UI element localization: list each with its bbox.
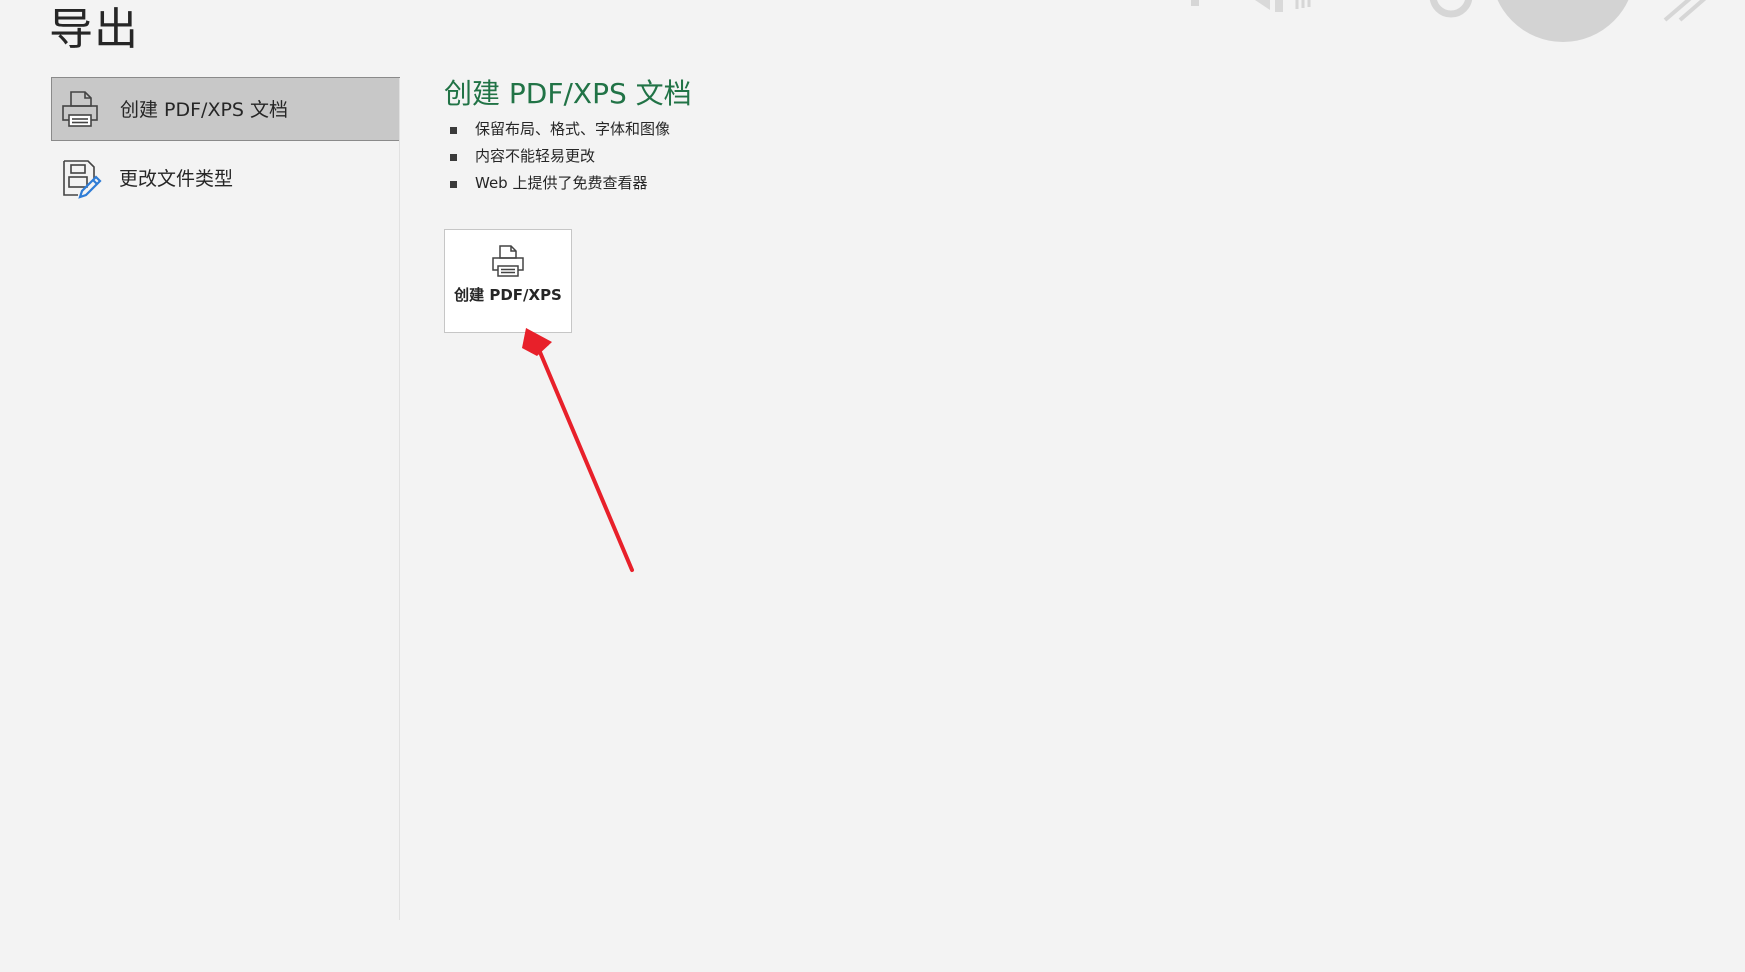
sidebar-item-create-pdf-xps[interactable]: 创建 PDF/XPS 文档 (51, 77, 400, 141)
page-title: 导出 (49, 4, 139, 55)
sidebar-divider (399, 78, 400, 920)
feature-list: 保留布局、格式、字体和图像 内容不能轻易更改 Web 上提供了免费查看器 (444, 116, 1144, 197)
list-item: Web 上提供了免费查看器 (444, 170, 1144, 197)
export-page: 导出 创建 PDF/XPS 文档 更改文件类型 创建 PDF/XPS 文档 保留… (0, 0, 1745, 972)
bullet-icon (450, 154, 457, 161)
change-file-type-icon (63, 160, 102, 199)
sidebar-item-label: 创建 PDF/XPS 文档 (120, 99, 289, 121)
bullet-icon (450, 127, 457, 134)
section-heading: 创建 PDF/XPS 文档 (444, 77, 692, 110)
list-item-text: 内容不能轻易更改 (475, 147, 596, 165)
list-item-text: 保留布局、格式、字体和图像 (475, 120, 671, 138)
sidebar-item-change-file-type[interactable]: 更改文件类型 (51, 147, 400, 211)
sidebar-item-label: 更改文件类型 (119, 168, 234, 190)
create-pdf-xps-button-label: 创建 PDF/XPS (454, 286, 562, 304)
list-item: 内容不能轻易更改 (444, 143, 1144, 170)
list-item: 保留布局、格式、字体和图像 (444, 116, 1144, 143)
bullet-icon (450, 181, 457, 188)
pdf-printer-icon (492, 245, 524, 277)
list-item-text: Web 上提供了免费查看器 (475, 174, 648, 192)
pdf-printer-icon (62, 91, 98, 127)
decorative-background-graphic (1191, 0, 1707, 42)
export-sidebar: 创建 PDF/XPS 文档 更改文件类型 (51, 77, 400, 211)
create-pdf-xps-button[interactable]: 创建 PDF/XPS (444, 229, 572, 333)
main-panel: 创建 PDF/XPS 文档 保留布局、格式、字体和图像 内容不能轻易更改 Web… (444, 76, 1144, 333)
